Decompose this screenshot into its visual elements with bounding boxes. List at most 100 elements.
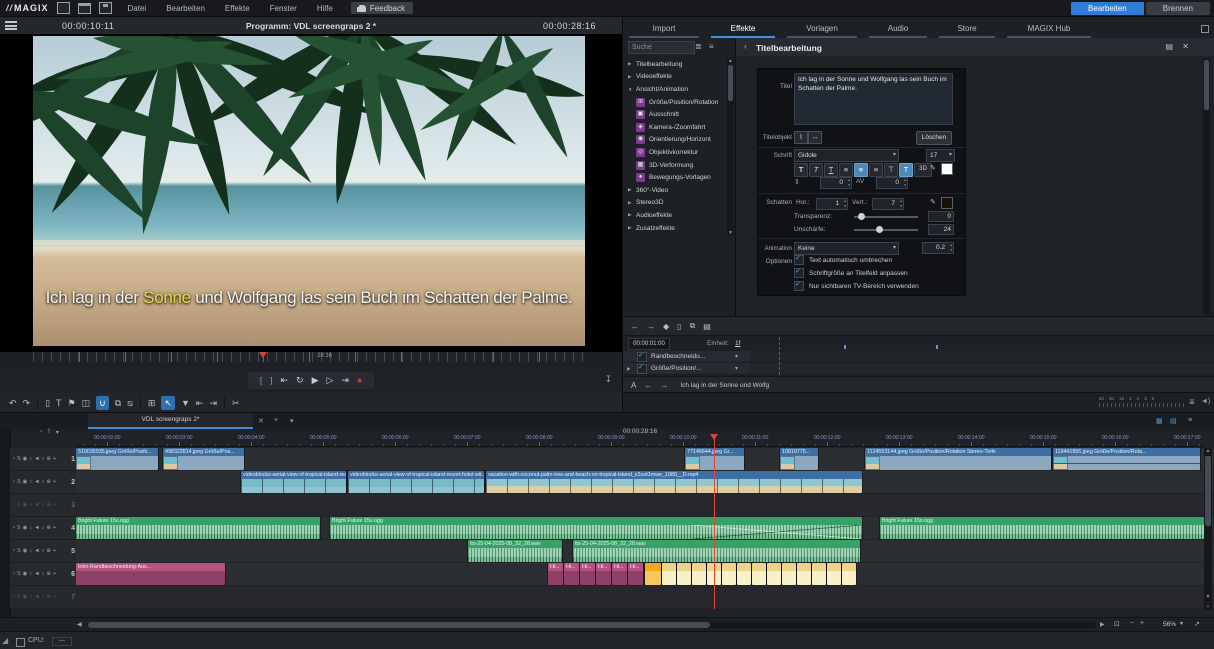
preview-render-icon[interactable]: ◫ [82,396,91,410]
mute-icon[interactable]: ◄ [34,456,39,462]
keyframe-param[interactable]: ▶✓Größe/Position/...▾ [623,363,749,375]
link-icon[interactable]: ⧉ [115,396,121,410]
scroll-right-icon[interactable]: ▶ [1100,621,1105,628]
param-checkbox[interactable]: ✓ [637,352,647,362]
track-lane-5[interactable]: tts-25-04-2025-08_32_28.wavtts-25-04-202… [76,540,1214,563]
image-clip[interactable]: 10819775... [780,448,818,470]
transition-icon[interactable]: ↕ [29,571,32,577]
loop-icon[interactable]: ↻ [296,372,304,389]
play-range-icon[interactable]: ▷ [326,372,333,389]
title-clip[interactable] [812,563,826,585]
move-right-icon[interactable]: ⇥ [209,396,217,410]
track-lane-4[interactable]: Bright Future 15s.ogg Bright Future 15s.o… [76,517,1214,540]
playhead-line[interactable] [714,435,715,609]
group-icon[interactable]: ⊞ [148,396,156,410]
line-spacing-icon[interactable]: ⇕ [794,178,800,186]
kerning-stepper[interactable]: 0▴▾ [876,177,908,189]
title-clip[interactable]: Hi... [612,563,627,585]
transition-icon[interactable]: ↕ [29,479,32,485]
audio-clip[interactable]: Bright Future 15s.ogg [76,517,320,539]
move-icon[interactable]: + [53,525,56,531]
save-project-icon[interactable] [99,2,112,14]
title-clip[interactable]: Hi... [564,563,579,585]
title-clip[interactable]: Hi... [548,563,563,585]
jump-start-icon[interactable]: ⇤ [280,372,288,389]
track-header-7[interactable]: ▫S◉↕◄↕⊕+7 [10,586,79,609]
option-checkbox[interactable]: ✓Nur sichtbaren TV-Bereich verwenden [794,281,919,291]
play-icon[interactable]: ▶ [312,372,319,389]
shadow-color-picker-icon[interactable]: ✎ [930,198,936,206]
font-color-swatch[interactable] [941,163,953,175]
track-lane-6[interactable]: Intro Randbeschneidung-Aus...Hi...Hi...H… [76,563,1214,586]
visibility-icon[interactable]: ◉ [23,502,28,508]
move-icon[interactable]: + [53,571,56,577]
fade-icon[interactable]: ↕ [42,502,45,508]
keyframe-param[interactable]: ✓Randbeschneidu...▾ [623,351,749,363]
scrubber-marker-icon[interactable] [259,352,267,358]
trash-icon[interactable]: ▯ [45,396,50,410]
track-fx-icon[interactable]: f [48,429,50,436]
solo-icon[interactable]: S [17,479,21,485]
audio-clip[interactable]: tts-25-04-2025-08_32_28.wav [468,540,562,562]
timeline-view-icon[interactable]: ▤ [1170,417,1177,425]
kf-next-icon[interactable]: → [660,381,668,390]
effects-tree-item[interactable]: ▶Zusatzeffekte [623,222,727,235]
zoom-fit-icon[interactable]: ⊡ [1114,620,1120,628]
visibility-icon[interactable]: ◉ [23,594,28,600]
font-family-select[interactable]: Gidole▾ [794,149,899,162]
title-clip[interactable] [737,563,751,585]
move-icon[interactable]: + [53,548,56,554]
track-lane-3[interactable] [76,494,1214,517]
title-clip[interactable] [752,563,766,585]
range-in-icon[interactable]: [ [260,372,262,389]
search-input[interactable]: Suche [628,41,695,54]
playhead-marker-icon[interactable] [710,434,718,440]
scroll-left-icon[interactable]: ◀ [77,621,82,628]
jump-end-icon[interactable]: ⇥ [341,372,349,389]
solo-icon[interactable]: S [17,502,21,508]
text-style-icon[interactable]: T [899,163,913,177]
effects-tree-item[interactable]: ●Bewegungs-Vorlagen [623,171,727,184]
title-clip[interactable] [645,563,661,585]
tab-vorlagen[interactable]: Vorlagen [787,24,857,38]
keyframe-timecode[interactable]: 00:00:01:00 [628,338,670,350]
marker-icon[interactable]: ⚑ [68,396,76,410]
text-width-icon[interactable]: ↔ [808,131,822,144]
audio-clip[interactable]: Bright Future 15s.ogg [880,517,1204,539]
speaker-icon[interactable]: ◄) [1201,398,1210,405]
fx-route-icon[interactable]: ⊕ [46,571,51,577]
move-icon[interactable]: + [53,502,56,508]
hscroll-handle[interactable] [88,622,710,628]
scroll-up-icon[interactable]: ▲ [1204,448,1212,454]
track-lane-7[interactable] [76,586,1214,609]
video-clip[interactable]: videoblocks-aerial-view-of-tropical-isla… [241,471,346,493]
track-header-4[interactable]: ▫S◉↕◄↕⊕+4 [10,517,79,540]
title-clip[interactable] [827,563,841,585]
solo-icon[interactable]: S [17,571,21,577]
underline-icon[interactable]: T [824,163,838,177]
lock-icon[interactable]: ▫ [13,525,15,531]
title-clip[interactable] [782,563,796,585]
visibility-icon[interactable]: ◉ [23,456,28,462]
effects-tree-item[interactable]: ▼Ansicht/Animation [623,83,727,96]
visibility-icon[interactable]: ◉ [23,479,28,485]
tab-menu-icon[interactable]: ▾ [290,417,294,425]
track-header-5[interactable]: ▫S◉↕◄↕⊕+5 [10,540,79,563]
add-tab-icon[interactable]: + [274,417,278,424]
text-icon[interactable]: T [56,396,62,410]
keyframe-diamond-icon[interactable] [844,345,846,349]
lock-icon[interactable]: ▫ [13,479,15,485]
mute-icon[interactable]: ◄ [34,548,39,554]
menu-effekte[interactable]: Effekte [215,1,260,16]
mute-icon[interactable]: ◄ [34,571,39,577]
storyboard-view-icon[interactable]: ▦ [1156,417,1163,425]
kf-forward-icon[interactable]: → [647,322,655,331]
snap-icon[interactable]: ∪ [96,396,109,410]
image-clip[interactable]: 1124553144.jpeg Größe/Position/Rotation … [865,448,1051,470]
fx-route-icon[interactable]: ⊕ [46,594,51,600]
track-menu-icon[interactable]: ▾ [56,429,59,436]
title-clip[interactable] [767,563,781,585]
zoom-menu-icon[interactable]: ▾ [1180,620,1183,627]
effects-tree-item[interactable]: ▶Audioeffekte [623,209,727,222]
multicam-view-icon[interactable]: ≡ [1188,417,1192,424]
